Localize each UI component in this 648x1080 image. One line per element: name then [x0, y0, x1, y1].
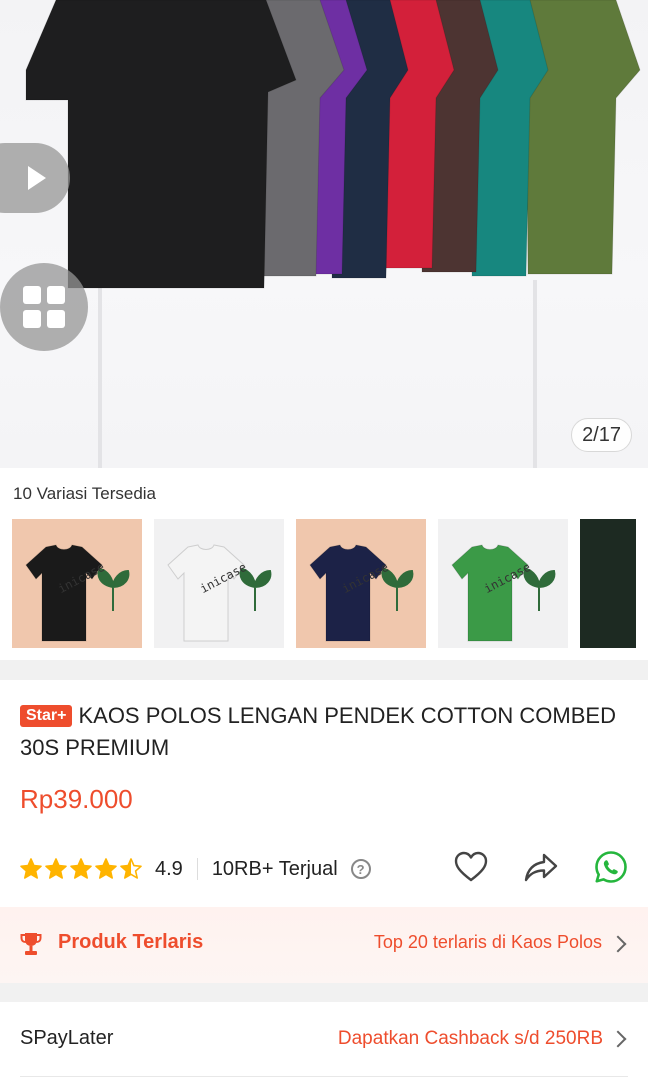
variant-thumbnail[interactable]: inicase — [438, 519, 568, 648]
hanging-shirt — [525, 0, 641, 275]
star-icon — [70, 858, 92, 879]
product-image-carousel[interactable]: 2/17 — [0, 0, 648, 468]
play-icon — [28, 166, 46, 190]
variant-thumbnail[interactable] — [580, 519, 636, 648]
video-play-button[interactable] — [0, 143, 70, 213]
variants-section: 10 Variasi Tersedia inicase inicase inicas… — [0, 468, 648, 660]
star-icon — [120, 858, 142, 879]
heart-icon[interactable] — [453, 849, 489, 885]
variant-thumbnail[interactable]: inicase — [296, 519, 426, 648]
best-seller-banner[interactable]: Produk Terlaris Top 20 terlaris di Kaos … — [0, 907, 648, 983]
spaylater-cashback: Dapatkan Cashback s/d 250RB — [337, 1028, 603, 1049]
rating-value: 4.9 — [155, 857, 183, 880]
section-divider — [0, 983, 648, 1002]
row-divider — [20, 1076, 628, 1077]
trophy-icon — [20, 933, 42, 955]
product-title-block: Star+ KAOS POLOS LENGAN PENDEK COTTON COM… — [20, 700, 620, 764]
product-stats-row: 4.9 10RB+ Terjual ? — [19, 849, 629, 889]
stats-separator — [196, 858, 198, 880]
star-icon — [20, 858, 42, 879]
rating-stars — [19, 857, 143, 881]
hanging-shirts-image — [25, 0, 641, 289]
product-price: Rp39.000 — [20, 784, 133, 814]
clothes-rack-pole — [98, 280, 102, 468]
chevron-right-icon — [609, 1030, 627, 1048]
hanging-shirt — [25, 0, 297, 289]
image-counter: 2/17 — [571, 418, 632, 452]
variant-thumbnail[interactable]: inicase — [154, 519, 284, 648]
spaylater-row[interactable]: SPayLater Dapatkan Cashback s/d 250RB — [0, 1002, 648, 1076]
whatsapp-icon[interactable] — [593, 849, 629, 885]
sold-count: 10RB+ Terjual — [211, 857, 338, 880]
best-seller-label: Produk Terlaris — [58, 931, 204, 953]
chevron-right-icon — [609, 935, 627, 953]
spaylater-label: SPayLater — [20, 1027, 114, 1049]
share-icon[interactable] — [523, 849, 559, 885]
star-icon — [95, 858, 117, 879]
help-icon[interactable]: ? — [350, 859, 371, 879]
variant-thumbnail[interactable]: inicase — [12, 519, 142, 648]
product-title: KAOS POLOS LENGAN PENDEK COTTON COMBED 3… — [20, 703, 616, 760]
grid-icon — [23, 286, 41, 304]
product-actions — [453, 849, 629, 885]
star-icon — [45, 858, 67, 879]
variants-label: 10 Variasi Tersedia — [13, 484, 157, 503]
variant-thumbnails: inicase inicase inicase inicase — [12, 519, 636, 648]
section-divider — [0, 660, 648, 680]
clothes-rack-pole — [533, 280, 537, 468]
best-seller-link[interactable]: Top 20 terlaris di Kaos Polos — [374, 932, 602, 953]
gallery-grid-button[interactable] — [0, 263, 88, 351]
star-plus-badge: Star+ — [20, 705, 73, 727]
